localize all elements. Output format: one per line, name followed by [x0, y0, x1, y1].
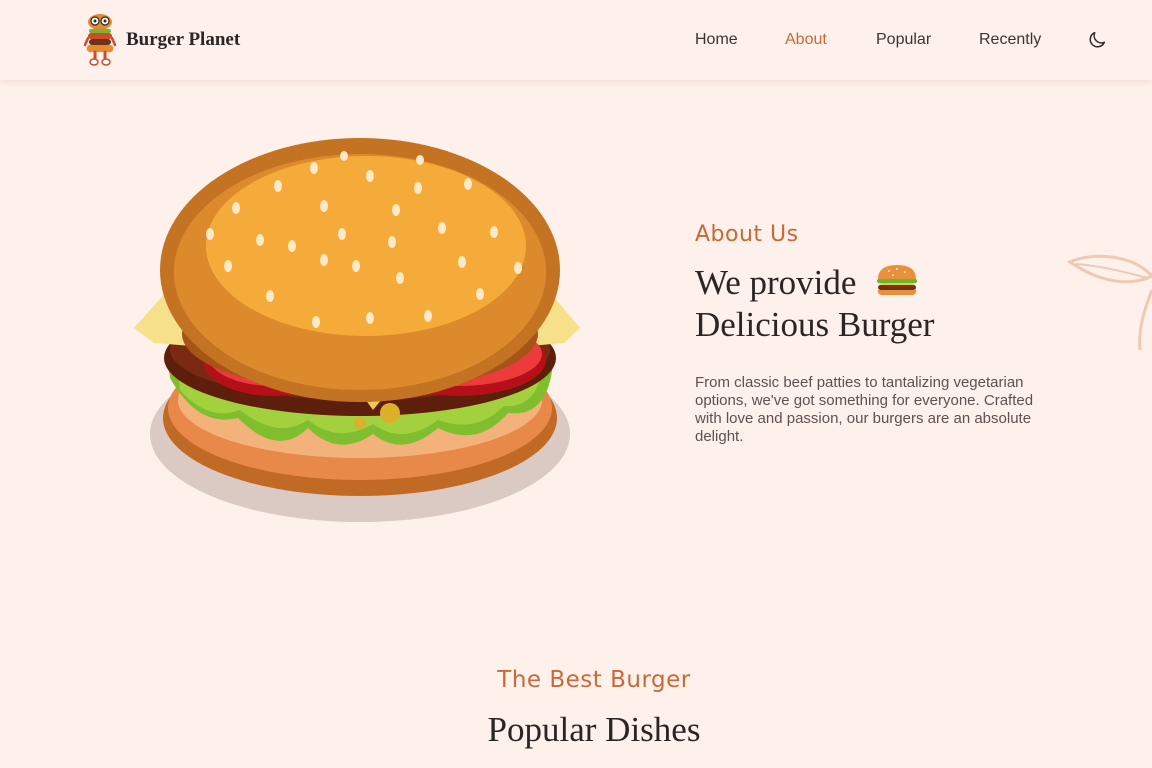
main-nav: Home About Popular Recently [0, 30, 1152, 52]
nav-recently[interactable]: Recently [979, 30, 1041, 50]
about-title-text-1: We provide [695, 263, 857, 302]
moon-icon[interactable] [1086, 29, 1108, 51]
nav-popular[interactable]: Popular [876, 30, 931, 50]
leaf-decoration [1066, 254, 1152, 351]
about-title-line-2: Delicious Burger [695, 305, 935, 344]
nav-about[interactable]: About [785, 30, 827, 50]
about-description: From classic beef patties to tantalizing… [695, 374, 1034, 445]
about-section: About Us We provide Delicious Burger Fro… [695, 220, 1075, 446]
about-title-line-1: We provide [695, 262, 1075, 304]
about-subtitle: About Us [695, 222, 799, 247]
site-header: Burger Planet Home About Popular Recentl… [0, 0, 1152, 80]
popular-subtitle: The Best Burger [497, 667, 691, 693]
burger-illustration [134, 138, 580, 522]
about-title: We provide Delicious Burger [695, 262, 1075, 346]
nav-home[interactable]: Home [695, 30, 738, 50]
burger-icon [877, 265, 918, 296]
popular-title: Popular Dishes [487, 710, 701, 749]
